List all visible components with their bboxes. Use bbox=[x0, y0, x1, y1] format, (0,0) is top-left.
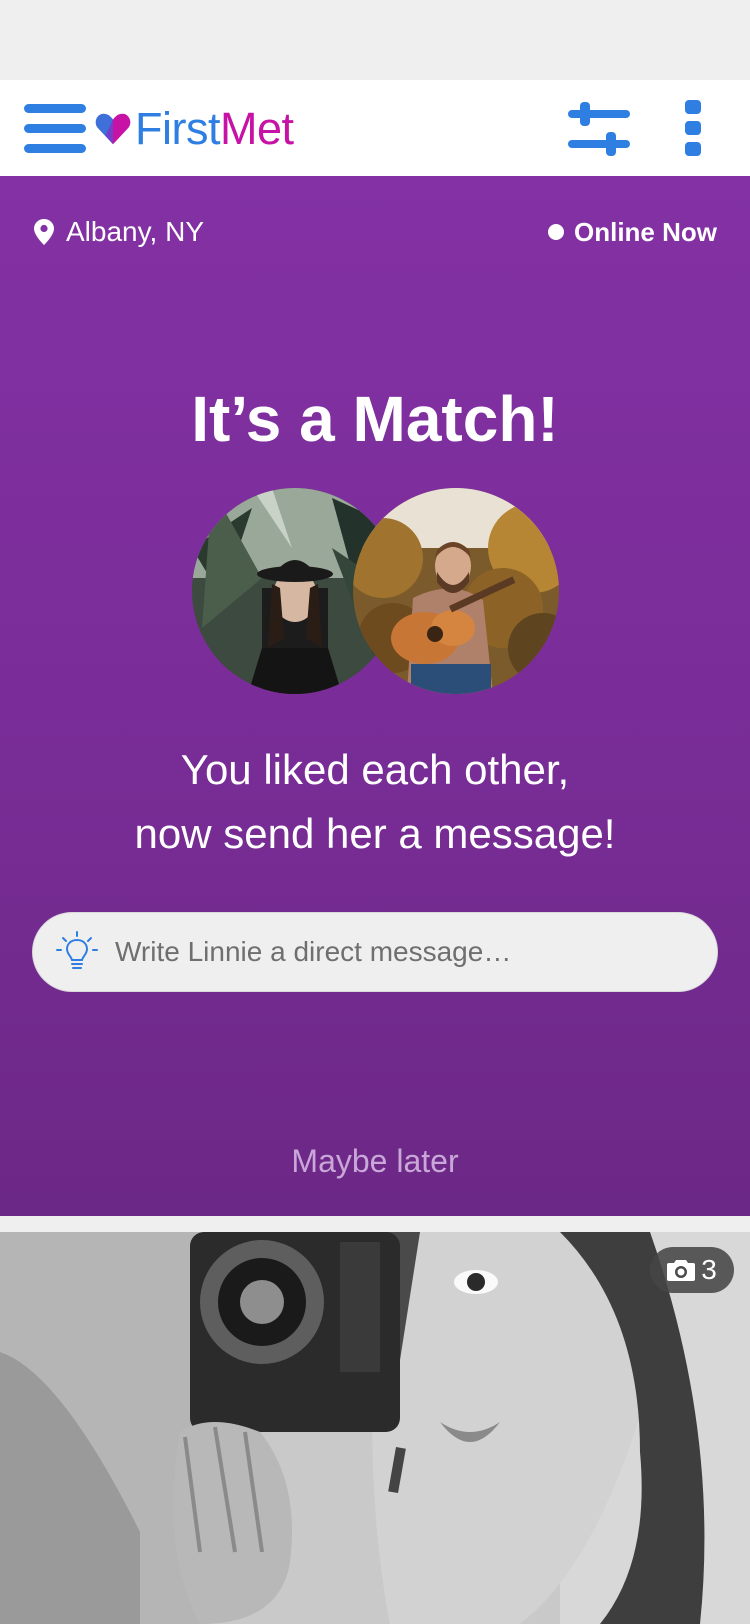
hamburger-icon[interactable] bbox=[24, 104, 88, 154]
match-subtitle: You liked each other, now send her a mes… bbox=[0, 738, 750, 866]
match-panel: Albany, NY Online Now It’s a Match! You … bbox=[0, 176, 750, 1216]
firstmet-logo[interactable]: FirstMet bbox=[94, 104, 294, 154]
message-input[interactable] bbox=[113, 935, 677, 969]
online-dot-icon bbox=[548, 224, 564, 240]
status-bar bbox=[0, 0, 750, 80]
location-pin-icon bbox=[34, 219, 54, 245]
match-title: It’s a Match! bbox=[191, 383, 559, 455]
location-text: Albany, NY bbox=[66, 216, 204, 247]
maybe-later-link[interactable]: Maybe later bbox=[0, 1141, 750, 1181]
vertical-dots-icon[interactable] bbox=[683, 100, 705, 156]
sliders-icon[interactable] bbox=[566, 102, 632, 156]
brand-first: First bbox=[135, 103, 220, 154]
location: Albany, NY bbox=[34, 216, 204, 248]
online-status-text: Online Now bbox=[574, 217, 717, 247]
match-subtitle-line1: You liked each other, bbox=[180, 746, 570, 793]
brand-met: Met bbox=[219, 103, 294, 154]
avatar-him[interactable] bbox=[353, 488, 559, 694]
online-status: Online Now bbox=[548, 216, 717, 248]
app-header: FirstMet bbox=[0, 80, 750, 176]
lightbulb-icon[interactable] bbox=[55, 930, 99, 974]
match-subtitle-line2: now send her a message! bbox=[134, 810, 616, 857]
camera-icon bbox=[667, 1260, 696, 1281]
photo-count-badge[interactable]: 3 bbox=[650, 1247, 734, 1293]
message-box[interactable] bbox=[32, 912, 718, 992]
profile-photo[interactable] bbox=[0, 1232, 750, 1624]
photo-count-text: 3 bbox=[701, 1254, 717, 1285]
heart-logo-icon bbox=[95, 113, 131, 145]
